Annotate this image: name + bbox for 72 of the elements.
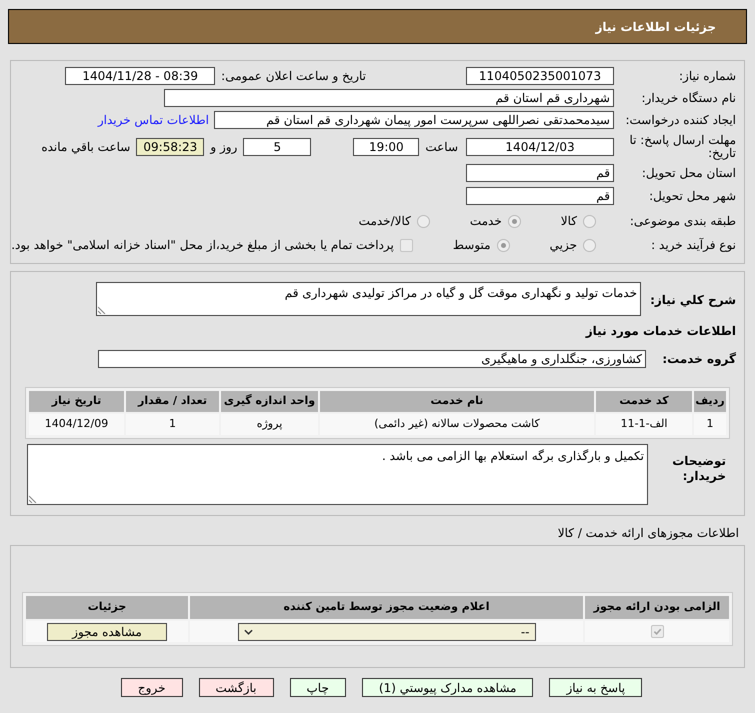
table-cell: الف-1-11 xyxy=(596,414,692,435)
buyer-notes-field[interactable]: تکمیل و بارگذاری برگه استعلام بها الزامی می باشد . xyxy=(27,444,648,505)
days-field[interactable]: 5 xyxy=(243,138,312,156)
table-header-cell: الزامی بودن ارائه مجوز xyxy=(585,596,729,619)
table-header-cell: تاریخ نیاز xyxy=(29,391,124,412)
action-button[interactable]: چاپ xyxy=(290,678,346,697)
field-label: شرح کلي نیاز: xyxy=(650,293,736,307)
table-header-cell: کد خدمت xyxy=(596,391,692,412)
buyer-notes-text: تکمیل و بارگذاری برگه استعلام بها الزامی می باشد . xyxy=(382,449,644,463)
field-label: نام دستگاه خریدار: xyxy=(642,91,736,105)
table-cell: 1404/12/09 xyxy=(29,414,124,435)
field-label: طبقه بندی موضوعی: xyxy=(630,214,736,228)
radio-button[interactable] xyxy=(583,214,596,228)
buyer-contact-link[interactable]: اطلاعات تماس خریدار xyxy=(98,111,209,129)
buyer-org-field[interactable]: شهرداری قم استان قم xyxy=(164,89,614,107)
radio-button[interactable] xyxy=(416,214,430,228)
view-permit-button[interactable]: مشاهده مجوز xyxy=(47,622,167,640)
field-label: گروه خدمت: xyxy=(662,352,736,366)
field-label: نوع فرآیند خرید : xyxy=(651,238,736,252)
radio-button[interactable] xyxy=(508,214,521,228)
table-header-cell: تعداد / مقدار xyxy=(126,391,219,412)
action-button[interactable]: خروج xyxy=(120,678,182,697)
remaining-time-field[interactable]: 09:58:23 xyxy=(136,138,204,156)
table-header-cell: نام خدمت xyxy=(320,391,594,412)
description-field[interactable]: خدمات تولید و نگهداری موقت گل و گیاه در مراکز تولیدی شهرداری قم xyxy=(96,282,641,316)
chevron-down-icon xyxy=(244,628,252,634)
page-title: جزئیات اطلاعات نیاز xyxy=(595,18,716,36)
table-cell: 1 xyxy=(126,414,219,435)
field-label: شهر محل تحویل: xyxy=(649,189,736,203)
table-header-cell: ردیف xyxy=(694,391,726,412)
action-button[interactable]: پاسخ به نیاز xyxy=(549,678,642,697)
field-label: شماره نیاز: xyxy=(679,69,736,83)
section-heading: اطلاعات مجوزهای ارائه خدمت / کالا xyxy=(558,525,739,542)
field-label: تاریخ و ساعت اعلان عمومی: xyxy=(221,69,366,83)
radio-label: کالا xyxy=(560,213,577,230)
radio-label: خدمت xyxy=(470,213,502,230)
deadline-date-field[interactable]: 1404/12/03 xyxy=(466,138,614,156)
field-label: مهلت ارسال پاسخ: تا تاریخ: xyxy=(628,134,736,160)
deadline-time-field[interactable]: 19:00 xyxy=(353,138,420,156)
field-label: ساعت باقي مانده xyxy=(41,140,130,154)
table-header-cell: اعلام وضعیت مجوز توسط تامین کننده xyxy=(190,596,583,619)
table-cell: 1 xyxy=(694,414,726,435)
checkbox-label: پرداخت تمام یا بخشی از مبلغ خرید،از محل "اسناد خزانه اسلامی" خواهد بود. xyxy=(11,237,394,254)
field-label: ایجاد کننده درخواست: xyxy=(625,113,736,127)
service-group-field[interactable]: کشاورزی، جنگلداری و ماهیگیری xyxy=(98,350,646,368)
requester-field[interactable]: سیدمحمدتقی نصراللهی سرپرست امور پیمان شهرداری قم استان قم xyxy=(214,111,614,129)
table-cell: کاشت محصولات سالانه (غیر دائمی) xyxy=(320,414,594,435)
radio-button[interactable] xyxy=(583,238,596,252)
status-select[interactable]: -- xyxy=(238,622,536,640)
radio-label: جزيي xyxy=(550,237,577,254)
announce-date-field[interactable]: 1404/11/28 - 08:39 xyxy=(65,67,216,85)
radio-label: متوسط xyxy=(452,237,491,254)
field-label: توضیحات خریدار: xyxy=(671,454,726,484)
field-label: استان محل تحویل: xyxy=(642,166,736,180)
checkbox[interactable] xyxy=(400,238,413,252)
action-button[interactable]: بازگشت xyxy=(198,678,274,697)
section-heading: اطلاعات خدمات مورد نیاز xyxy=(586,323,736,340)
resize-grip-icon[interactable] xyxy=(29,495,37,503)
province-field[interactable]: قم xyxy=(466,164,614,182)
description-text: خدمات تولید و نگهداری موقت گل و گیاه در مراکز تولیدی شهرداری قم xyxy=(284,286,637,300)
field-label: ساعت xyxy=(425,140,458,154)
city-field[interactable]: قم xyxy=(466,187,614,205)
table-header-cell: واحد اندازه گیری xyxy=(221,391,318,412)
table-cell: پروژه xyxy=(221,414,318,435)
radio-button[interactable] xyxy=(496,238,510,252)
radio-label: کالا/خدمت xyxy=(358,213,411,230)
table-header-cell: جزئیات xyxy=(26,596,188,619)
field-label: روز و xyxy=(210,140,238,154)
resize-grip-icon[interactable] xyxy=(98,306,106,314)
checkbox[interactable] xyxy=(650,625,664,638)
need-number-field[interactable]: 1104050235001073 xyxy=(466,67,614,85)
action-button[interactable]: مشاهده مدارک پیوستي (1) xyxy=(362,678,534,697)
